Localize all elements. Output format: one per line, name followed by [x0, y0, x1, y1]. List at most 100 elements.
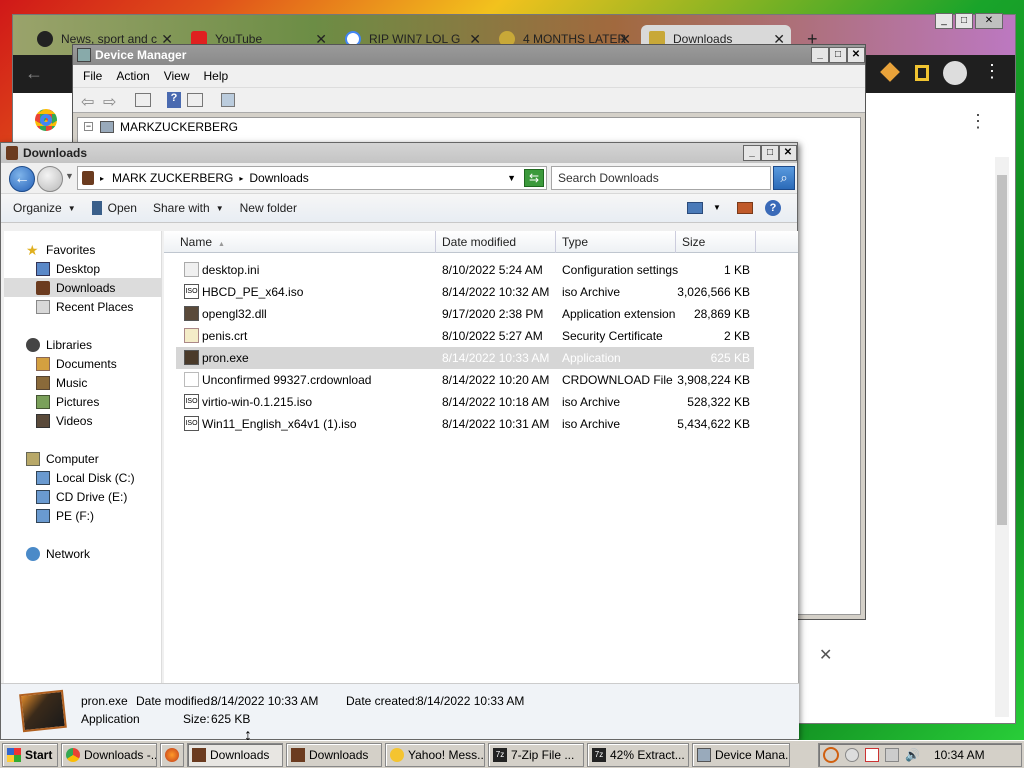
address-dropdown-icon[interactable]: ▼ [507, 173, 516, 183]
7zip-icon: 7z [493, 747, 507, 762]
minimize-button[interactable]: _ [811, 47, 829, 63]
nav-desktop[interactable]: Desktop [4, 259, 162, 278]
menu-file[interactable]: File [83, 69, 102, 83]
address-bar-row: ← ▼ ▸ MARK ZUCKERBERG ▸ Downloads ▼ ⇆ Se… [1, 163, 797, 193]
tray-app-icon[interactable] [845, 748, 859, 762]
help-icon[interactable]: ? [167, 92, 181, 108]
taskbar-button-downloads[interactable]: Downloads [286, 742, 382, 767]
tree-root-label[interactable]: MARKZUCKERBERG [120, 120, 238, 134]
taskbar-button-yahoo[interactable]: Yahoo! Mess... [385, 742, 485, 767]
nav-network[interactable]: Network [4, 544, 162, 563]
back-arrow-icon[interactable]: ← [25, 63, 43, 84]
column-size[interactable]: Size [676, 231, 756, 253]
dropdown-icon[interactable]: ▼ [713, 203, 721, 212]
back-arrow-icon[interactable]: ⇦ [81, 92, 94, 112]
window-titlebar[interactable]: Device Manager _ □ ✕ [73, 45, 865, 65]
close-icon[interactable]: ✕ [819, 645, 832, 665]
share-with-button[interactable]: Share with ▼ [153, 201, 224, 215]
search-tray-icon[interactable] [823, 747, 839, 763]
profile-avatar-icon[interactable] [943, 61, 967, 85]
breadcrumb-user[interactable]: MARK ZUCKERBERG [112, 171, 233, 185]
extension-puzzle-icon[interactable] [880, 62, 900, 82]
view-icon[interactable] [187, 93, 203, 107]
taskbar-button-extract[interactable]: 7z 42% Extract... [587, 742, 689, 767]
open-button[interactable]: Open [91, 201, 137, 215]
help-icon[interactable]: ? [765, 200, 781, 216]
scrollbar[interactable] [995, 157, 1009, 717]
file-size: 28,869 KB [693, 307, 750, 321]
breadcrumb-chevron-icon[interactable]: ▸ [239, 174, 243, 183]
close-button[interactable]: ✕ [847, 47, 865, 63]
volume-icon[interactable]: 🔊 [905, 748, 920, 762]
back-button[interactable]: ← [9, 166, 35, 192]
search-input[interactable]: Search Downloads [551, 166, 771, 190]
column-date[interactable]: Date modified [436, 231, 556, 253]
menu-view[interactable]: View [164, 69, 190, 83]
nav-pe-drive[interactable]: PE (F:) [4, 506, 162, 525]
organize-button[interactable]: Organize ▼ [13, 201, 76, 215]
file-row[interactable]: Unconfirmed 99327.crdownload 8/14/2022 1… [176, 369, 754, 391]
view-options-icon[interactable] [687, 202, 703, 214]
breadcrumb-chevron-icon[interactable]: ▸ [100, 174, 104, 183]
security-alert-icon[interactable] [865, 748, 879, 762]
drive-icon [36, 508, 50, 523]
nav-favorites[interactable]: ★ Favorites [4, 240, 162, 259]
menu-help[interactable]: Help [204, 69, 229, 83]
minimize-button[interactable]: _ [935, 13, 953, 29]
menu-action[interactable]: Action [116, 69, 149, 83]
taskbar-button-7zip[interactable]: 7z 7-Zip File ... [488, 742, 584, 767]
file-row[interactable]: ISO virtio-win-0.1.215.iso 8/14/2022 10:… [176, 391, 754, 413]
recent-pages-chevron-icon[interactable]: ▼ [65, 171, 74, 181]
nav-cd-drive[interactable]: CD Drive (E:) [4, 487, 162, 506]
more-options-icon[interactable]: ⋮ [969, 111, 987, 132]
sidebar-icon[interactable] [915, 65, 929, 81]
refresh-icon[interactable]: ⇆ [524, 169, 544, 187]
maximize-button[interactable]: □ [955, 13, 973, 29]
scrollbar-thumb[interactable] [997, 175, 1007, 525]
preview-pane-icon[interactable] [737, 202, 753, 214]
file-row-selected[interactable]: pron.exe 8/14/2022 10:33 AM Application … [176, 347, 754, 369]
taskbar-button-device-manager[interactable]: Device Mana... [692, 742, 790, 767]
file-row[interactable]: ISO Win11_English_x64v1 (1).iso 8/14/202… [176, 413, 754, 435]
taskbar-button-chrome[interactable]: Downloads -... [61, 742, 157, 767]
nav-local-disk[interactable]: Local Disk (C:) [4, 468, 162, 487]
minimize-button[interactable]: _ [743, 145, 761, 161]
network-tray-icon[interactable] [885, 748, 899, 762]
nav-libraries[interactable]: Libraries [4, 335, 162, 354]
close-button[interactable]: ✕ [779, 145, 797, 161]
properties-icon[interactable] [135, 93, 151, 107]
start-button[interactable]: Start [2, 742, 58, 767]
file-row[interactable]: opengl32.dll 9/17/2020 2:38 PM Applicati… [176, 303, 754, 325]
nav-computer[interactable]: Computer [4, 449, 162, 468]
nav-videos[interactable]: Videos [4, 411, 162, 430]
close-button[interactable]: ✕ [975, 13, 1003, 29]
column-type[interactable]: Type [556, 231, 676, 253]
file-row[interactable]: desktop.ini 8/10/2022 5:24 AM Configurat… [176, 259, 754, 281]
maximize-button[interactable]: □ [761, 145, 779, 161]
column-name[interactable]: Name ▲ [174, 231, 436, 253]
maximize-button[interactable]: □ [829, 47, 847, 63]
nav-music[interactable]: Music [4, 373, 162, 392]
taskbar-button-firefox[interactable] [160, 742, 184, 767]
nav-documents[interactable]: Documents [4, 354, 162, 373]
forward-button[interactable] [37, 166, 63, 192]
nav-downloads[interactable]: Downloads [4, 278, 162, 297]
new-folder-button[interactable]: New folder [240, 201, 297, 215]
window-titlebar[interactable]: Downloads _ □ ✕ [1, 143, 797, 163]
nav-pictures[interactable]: Pictures [4, 392, 162, 411]
file-row[interactable]: penis.crt 8/10/2022 5:27 AM Security Cer… [176, 325, 754, 347]
search-icon[interactable]: ⌕ [773, 166, 795, 190]
chrome-menu-icon[interactable]: ⋮ [983, 61, 1001, 82]
nav-recent-places[interactable]: Recent Places [4, 297, 162, 316]
file-name: pron.exe [202, 351, 249, 365]
clock[interactable]: 10:34 AM [934, 748, 985, 762]
collapse-icon[interactable]: − [84, 122, 93, 131]
file-row[interactable]: ISO HBCD_PE_x64.iso 8/14/2022 10:32 AM i… [176, 281, 754, 303]
taskbar-button-downloads-active[interactable]: Downloads [187, 742, 283, 767]
forward-arrow-icon[interactable]: ⇨ [103, 92, 116, 112]
nav-label: CD Drive (E:) [56, 489, 128, 504]
device-manager-icon [77, 48, 91, 62]
breadcrumb-downloads[interactable]: Downloads [249, 171, 308, 185]
address-bar[interactable]: ▸ MARK ZUCKERBERG ▸ Downloads ▼ ⇆ [77, 166, 547, 190]
scan-hardware-icon[interactable] [221, 93, 235, 107]
